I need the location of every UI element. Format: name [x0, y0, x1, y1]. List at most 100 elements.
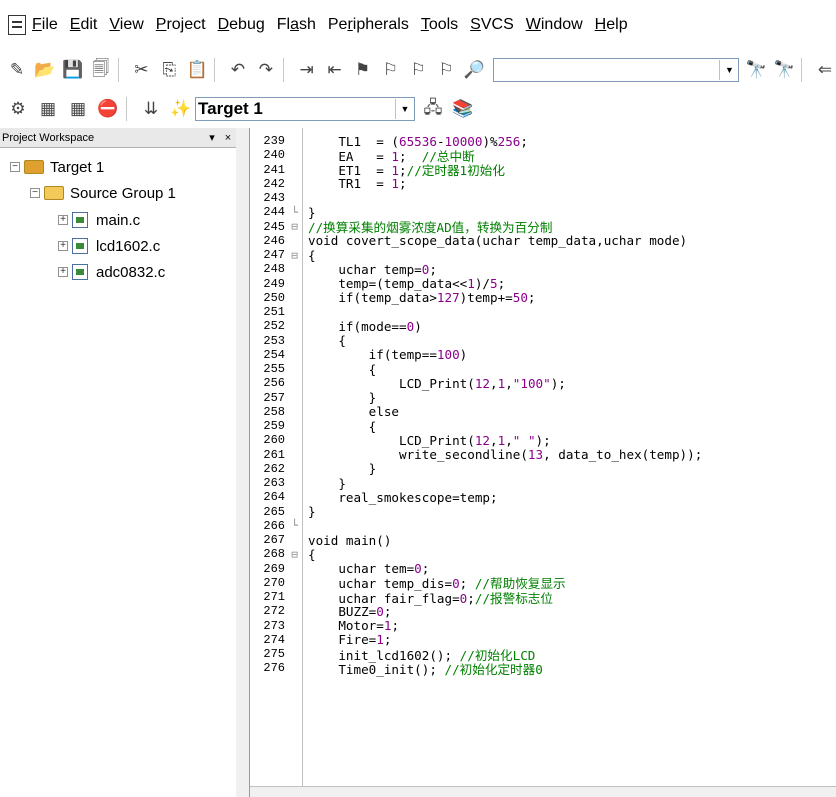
menu-accelerator: H: [594, 16, 607, 33]
chevron-down-icon[interactable]: ▼: [719, 60, 738, 80]
code-line: 252 if(mode==0): [250, 319, 836, 334]
code-text: TR1 = 1;: [338, 176, 407, 192]
bookmark-next-icon[interactable]: ⚐: [407, 58, 429, 82]
tree-item-file[interactable]: + lcd1602.c: [58, 235, 160, 257]
line-number: 262: [263, 461, 285, 476]
menu-label-part: ile: [41, 16, 58, 33]
redo-icon[interactable]: ↷: [255, 58, 277, 82]
line-number: 254: [263, 347, 285, 362]
menu-tools[interactable]: Tools: [421, 16, 458, 34]
line-number: 258: [263, 404, 285, 419]
pin-icon[interactable]: ▾: [204, 131, 220, 144]
line-number: 267: [263, 533, 285, 547]
fold-marker[interactable]: ⊟: [287, 548, 302, 561]
menu-help[interactable]: Help: [595, 16, 628, 34]
navigate-back-icon[interactable]: ⇐: [814, 58, 836, 82]
menu-flash[interactable]: Flash: [277, 16, 316, 34]
menu-edit[interactable]: Edit: [70, 16, 98, 34]
translate-icon[interactable]: ⚙: [6, 97, 30, 121]
menu-accelerator: D: [217, 16, 230, 33]
tree-item-file[interactable]: + main.c: [58, 209, 140, 231]
line-number: 250: [263, 290, 285, 305]
save-all-icon[interactable]: 🗐: [90, 58, 112, 82]
code-text: void main(): [308, 532, 392, 548]
incremental-find-icon[interactable]: 🔭: [773, 58, 795, 82]
save-icon[interactable]: 💾: [62, 58, 84, 82]
menu-view[interactable]: View: [109, 16, 143, 34]
tree-item-source-group[interactable]: − Source Group 1: [30, 182, 176, 204]
collapse-icon[interactable]: −: [30, 188, 40, 198]
code-text: }: [308, 504, 316, 519]
menu-window[interactable]: Window: [526, 16, 583, 34]
menu-project[interactable]: Project: [156, 16, 206, 34]
bookmark-prev-icon[interactable]: ⚐: [379, 58, 401, 82]
code-text: real_smokescope=temp;: [338, 489, 498, 505]
fold-marker[interactable]: ⊟: [287, 220, 302, 233]
options-wand-icon[interactable]: ✨: [169, 97, 193, 121]
open-file-icon[interactable]: 📂: [34, 58, 56, 82]
code-line: 259 {: [250, 419, 836, 434]
cut-icon[interactable]: ✂: [130, 58, 152, 82]
fold-marker[interactable]: └: [287, 519, 302, 532]
code-line: 262 }: [250, 461, 836, 476]
menu-debug[interactable]: Debug: [218, 16, 265, 34]
copy-icon[interactable]: ⎘: [158, 58, 180, 82]
rebuild-icon[interactable]: ▦: [66, 97, 90, 121]
horizontal-scrollbar[interactable]: [250, 786, 836, 797]
code-text: }: [338, 475, 346, 491]
code-editor[interactable]: 239 TL1 = (65536-10000)%256; 240 EA = 1; …: [250, 128, 836, 797]
menu-label-part: VCS: [480, 16, 514, 33]
books-icon[interactable]: 📚: [451, 97, 475, 121]
bookmark-toggle-icon[interactable]: ⚑: [352, 58, 374, 82]
close-icon[interactable]: ×: [220, 132, 236, 144]
tree-item-target[interactable]: − Target 1: [10, 156, 104, 178]
expand-icon[interactable]: +: [58, 215, 68, 225]
line-number: 247: [263, 248, 285, 262]
line-number: 244: [263, 205, 285, 220]
target-select[interactable]: Target 1 ▼: [195, 97, 415, 121]
expand-icon[interactable]: +: [58, 267, 68, 277]
stop-build-icon[interactable]: ⛔: [96, 97, 120, 121]
panel-splitter[interactable]: [236, 128, 250, 797]
line-number: 241: [263, 162, 285, 177]
find-icon[interactable]: 🔭: [745, 58, 767, 82]
bookmark-clear-icon[interactable]: ⚐: [435, 58, 457, 82]
line-number: 242: [263, 176, 285, 191]
expand-icon[interactable]: +: [58, 241, 68, 251]
line-number: 249: [263, 276, 285, 291]
menu-file[interactable]: File: [32, 16, 58, 34]
collapse-icon[interactable]: −: [10, 162, 20, 172]
code-line: 268 ⊟ {: [250, 547, 836, 562]
menu-svcs[interactable]: SVCS: [470, 16, 514, 34]
chevron-down-icon[interactable]: ▼: [395, 99, 414, 119]
paste-icon[interactable]: 📋: [186, 58, 208, 82]
download-icon[interactable]: ⇊: [139, 97, 163, 121]
find-combo[interactable]: ▼: [492, 58, 740, 82]
unindent-icon[interactable]: ⇤: [324, 58, 346, 82]
find-in-files-icon[interactable]: 🔎: [463, 58, 485, 82]
new-file-icon[interactable]: ✎: [6, 58, 28, 82]
indent-icon[interactable]: ⇥: [296, 58, 318, 82]
code-line: 256 LCD_Print(12,1,"100");: [250, 376, 836, 391]
tree-item-label: Target 1: [50, 158, 105, 176]
menu-peripherals[interactable]: Peripherals: [328, 16, 409, 34]
code-line: 255 {: [250, 362, 836, 377]
menu-accelerator: F: [32, 16, 42, 33]
code-line: 264 real_smokescope=temp;: [250, 489, 836, 505]
menu-accelerator: a: [290, 16, 299, 33]
fold-marker[interactable]: └: [287, 206, 302, 219]
code-text: {: [308, 247, 316, 263]
tree-item-file[interactable]: + adc0832.c: [58, 261, 165, 283]
build-icon[interactable]: ▦: [36, 97, 60, 121]
components-icon[interactable]: 🖧: [421, 97, 445, 121]
undo-icon[interactable]: ↶: [227, 58, 249, 82]
menu-label-part: roject: [166, 16, 206, 33]
fold-marker[interactable]: ⊟: [287, 249, 302, 262]
